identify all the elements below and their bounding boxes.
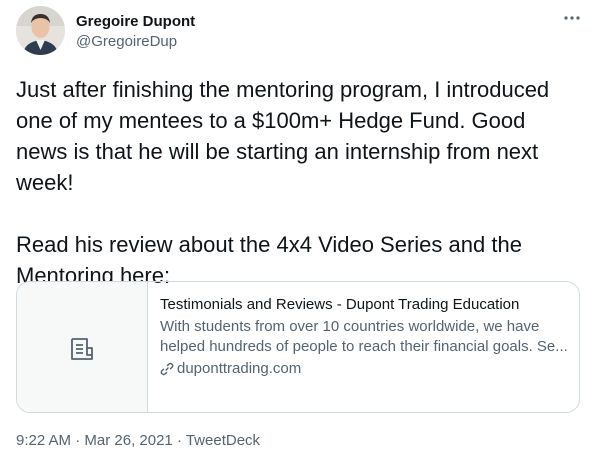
link-icon (160, 362, 174, 376)
profile-photo (16, 6, 65, 55)
link-card-domain-row: duponttrading.com (160, 359, 572, 379)
link-card-thumbnail (17, 282, 148, 412)
link-card-description: With students from over 10 countries wor… (160, 317, 572, 357)
meta-separator: · (172, 432, 186, 449)
link-card-domain: duponttrading.com (177, 360, 302, 377)
link-card-description-line: With students from over 10 countries wor… (160, 318, 540, 335)
tweet-source[interactable]: TweetDeck (186, 432, 260, 449)
author-handle[interactable]: @GregoireDup (76, 33, 177, 51)
tweet: Gregoire Dupont @GregoireDup Just after … (0, 0, 592, 464)
author-avatar[interactable] (16, 6, 65, 55)
tweet-date[interactable]: Mar 26, 2021 (84, 432, 172, 449)
author-name[interactable]: Gregoire Dupont (76, 13, 195, 31)
tweet-meta: 9:22 AM · Mar 26, 2021 · TweetDeck (16, 432, 260, 450)
link-card-body: Testimonials and Reviews - Dupont Tradin… (160, 295, 572, 379)
link-card-title: Testimonials and Reviews - Dupont Tradin… (160, 296, 520, 313)
tweet-text: Just after finishing the mentoring progr… (16, 77, 550, 288)
link-card[interactable]: Testimonials and Reviews - Dupont Tradin… (16, 281, 580, 413)
document-icon (71, 338, 93, 360)
more-options-icon[interactable] (560, 10, 584, 26)
tweet-time[interactable]: 9:22 AM (16, 432, 71, 449)
link-card-description-line: helped hundreds of people to reach their… (160, 338, 568, 355)
meta-separator: · (71, 432, 85, 449)
